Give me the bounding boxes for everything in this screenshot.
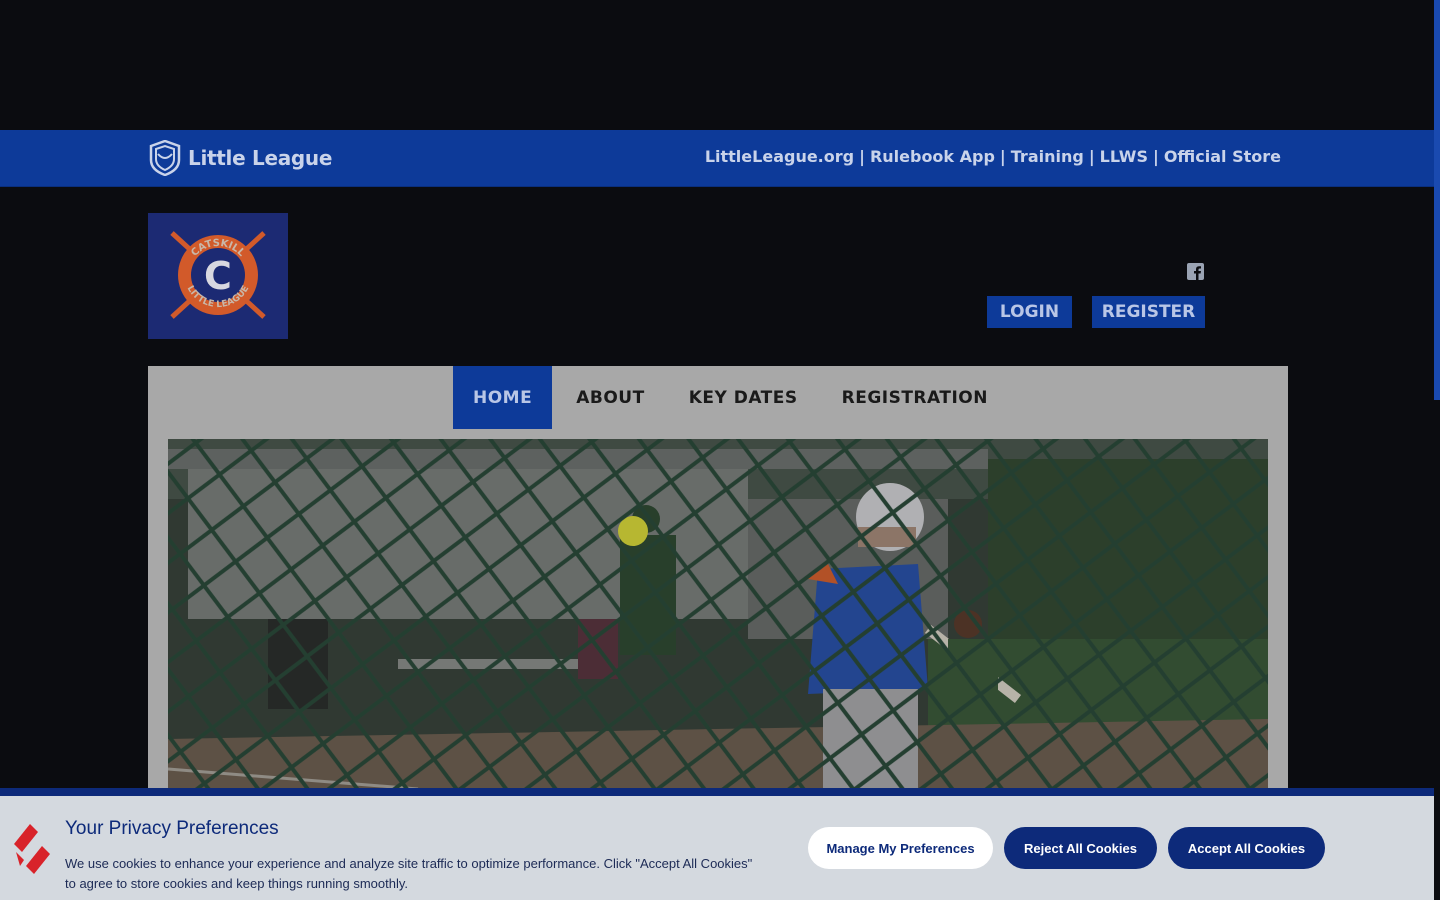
link-littleleague-org[interactable]: LittleLeague.org (705, 147, 854, 166)
login-button[interactable]: LOGIN (987, 296, 1072, 328)
link-separator: | (1088, 147, 1095, 166)
reject-all-cookies-button[interactable]: Reject All Cookies (1004, 827, 1157, 869)
catskill-little-league-logo-icon: CATSKILL LITTLE LEAGUE C (170, 231, 266, 319)
accept-all-cookies-button[interactable]: Accept All Cookies (1168, 827, 1325, 869)
nav-item-about[interactable]: ABOUT (556, 366, 664, 429)
link-rulebook-app[interactable]: Rulebook App (870, 147, 995, 166)
cookie-title: Your Privacy Preferences (65, 818, 279, 839)
link-separator: | (859, 147, 865, 166)
cookie-description: We use cookies to enhance your experienc… (65, 856, 753, 891)
cookie-provider-logo-icon (14, 824, 50, 874)
facebook-icon[interactable] (1187, 263, 1204, 280)
nav-item-key-dates[interactable]: KEY DATES (669, 366, 818, 429)
logo-letter: C (204, 254, 232, 298)
nav-item-home[interactable]: HOME (453, 366, 553, 429)
link-llws[interactable]: LLWS (1100, 147, 1148, 166)
link-official-store[interactable]: Official Store (1164, 147, 1281, 166)
link-training[interactable]: Training (1011, 147, 1084, 166)
little-league-links: LittleLeague.org | Rulebook App | Traini… (705, 147, 1281, 166)
league-logo[interactable]: CATSKILL LITTLE LEAGUE C (148, 213, 288, 339)
little-league-brand[interactable]: Little League (148, 139, 332, 177)
cookie-banner: Your Privacy Preferences We use cookies … (0, 788, 1434, 900)
register-button[interactable]: REGISTER (1092, 296, 1205, 328)
scrollbar[interactable] (1434, 0, 1440, 900)
little-league-shield-icon (149, 140, 181, 176)
little-league-top-bar: Little League LittleLeague.org | Ruleboo… (0, 130, 1434, 187)
hero-image (168, 439, 1268, 800)
little-league-brand-text: Little League (188, 146, 333, 170)
link-separator: | (999, 147, 1006, 166)
nav-item-registration[interactable]: REGISTRATION (822, 366, 1008, 429)
batter-photo (168, 439, 1268, 800)
scrollbar-thumb[interactable] (1434, 0, 1440, 400)
link-separator: | (1152, 147, 1159, 166)
manage-preferences-button[interactable]: Manage My Preferences (808, 827, 993, 869)
main-nav: HOME ABOUT KEY DATES REGISTRATION (453, 366, 1008, 429)
